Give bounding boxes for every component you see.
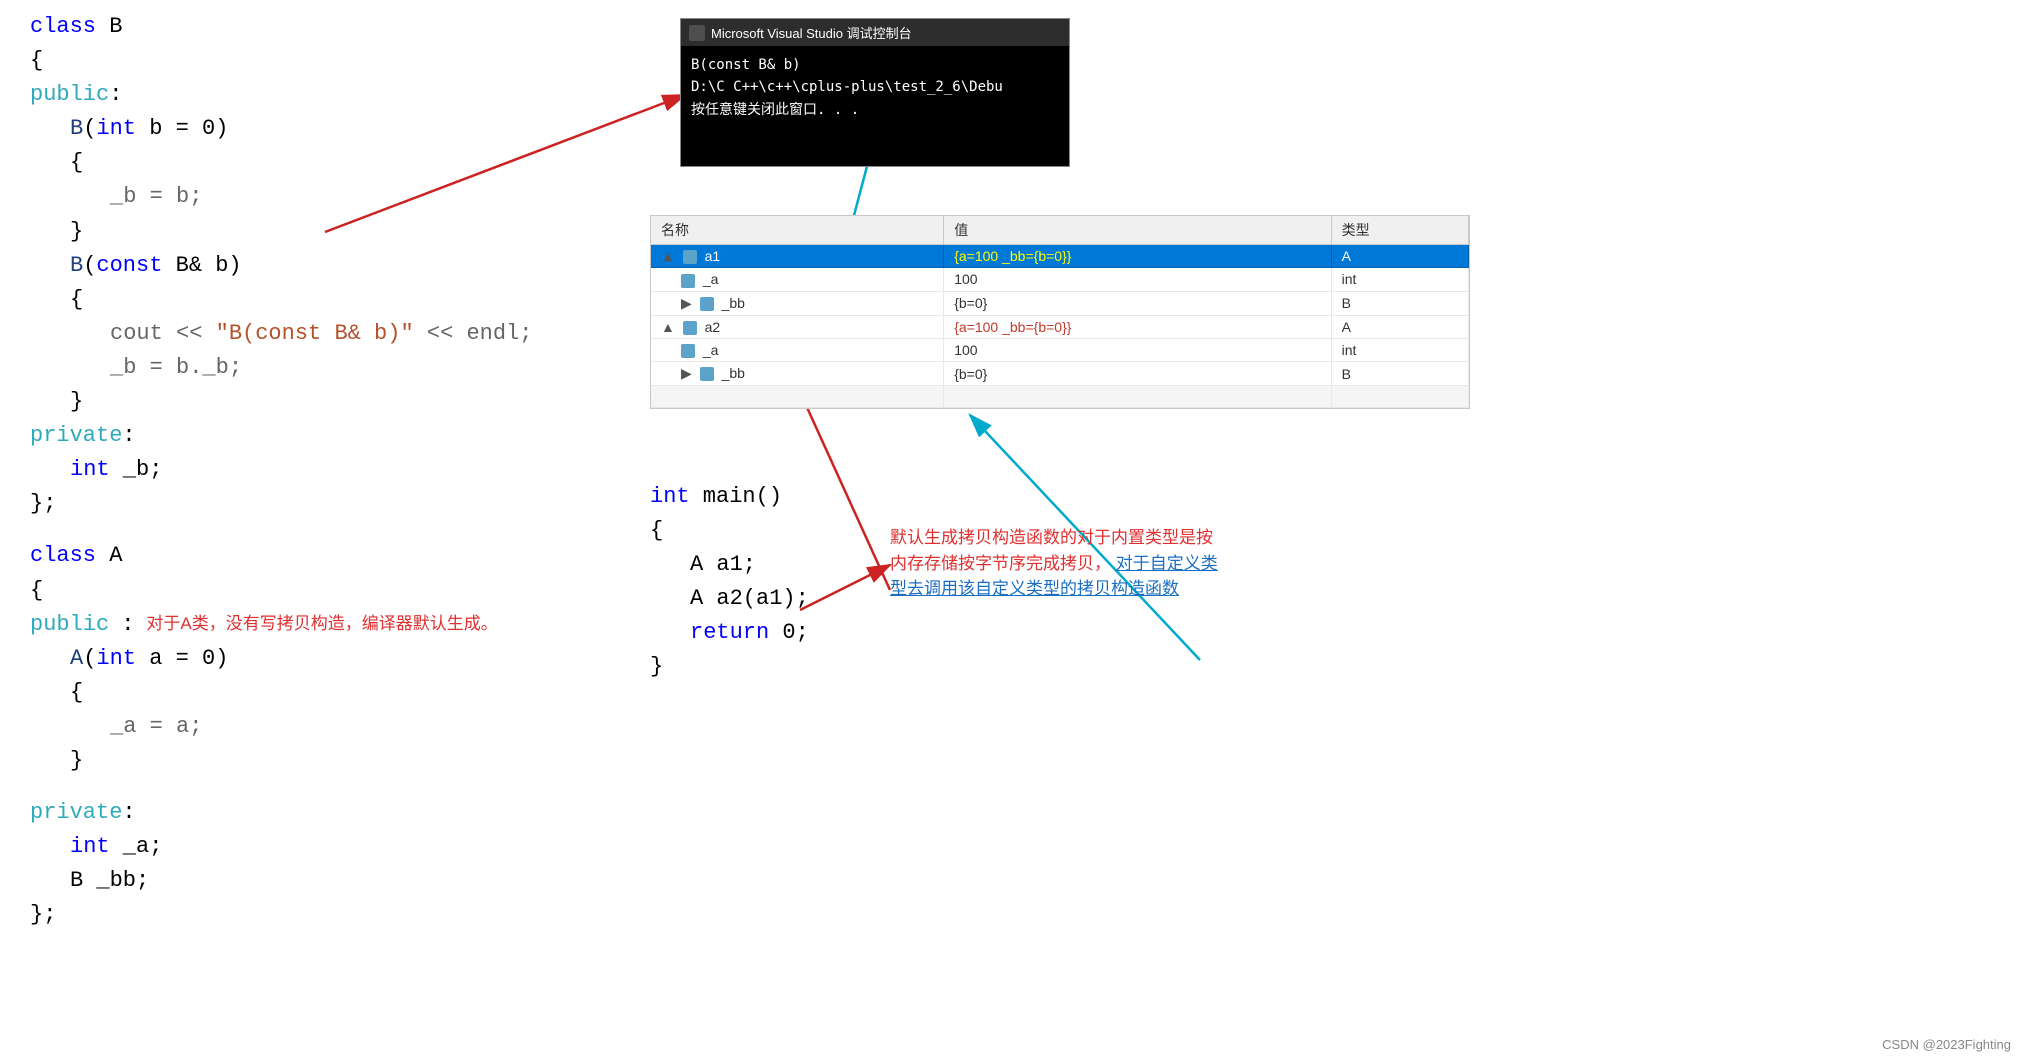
code-line-b-copy-assign: _b = b._b; bbox=[110, 351, 650, 385]
code-line-brace6: }; bbox=[30, 487, 650, 521]
debug-table: 名称 值 类型 ▲ a1 {a=100 _bb={b=0}} A _a bbox=[651, 216, 1469, 408]
code-line-public1: public: bbox=[30, 78, 650, 112]
debug-row-a1-bb[interactable]: ▶ _bb {b=0} B bbox=[651, 291, 1469, 315]
debug-value-a1: {a=100 _bb={b=0}} bbox=[944, 245, 1331, 268]
expand-icon: ▲ bbox=[661, 248, 675, 264]
debug-value-a1-bb: {b=0} bbox=[944, 291, 1331, 315]
code-line-brace4: { bbox=[70, 283, 650, 317]
code-line-brace9: } bbox=[70, 744, 650, 778]
code-line-class-a: class A bbox=[30, 539, 650, 573]
console-line3: 按任意键关闭此窗口. . . bbox=[691, 99, 1059, 121]
debug-name-a1: ▲ a1 bbox=[651, 245, 944, 268]
main-line-a1: A a1; bbox=[690, 548, 809, 582]
row-icon bbox=[681, 274, 695, 288]
debug-type-a2: A bbox=[1331, 315, 1468, 338]
code-line-cout: cout << "B(const B& b)" << endl; bbox=[110, 317, 650, 351]
code-line-brace5: } bbox=[70, 385, 650, 419]
code-line-brace10: }; bbox=[30, 898, 650, 932]
expand-icon: ▶ bbox=[681, 295, 692, 312]
debug-type-a2-bb: B bbox=[1331, 362, 1468, 386]
debug-watch-table: 名称 值 类型 ▲ a1 {a=100 _bb={b=0}} A _a bbox=[650, 215, 1470, 409]
main-code-panel: int main() { A a1; A a2(a1); return 0; } bbox=[650, 480, 809, 685]
debug-name-a1-a: _a bbox=[651, 268, 944, 291]
left-code-panel: class B { public: B(int b = 0) { _b = b;… bbox=[30, 10, 650, 932]
expand-icon: ▲ bbox=[661, 319, 675, 335]
console-titlebar: Microsoft Visual Studio 调试控制台 bbox=[681, 19, 1069, 46]
debug-value-a2-a: 100 bbox=[944, 338, 1331, 361]
debug-table-header: 名称 值 类型 bbox=[651, 216, 1469, 245]
code-line-b-assign: _b = b; bbox=[110, 180, 650, 214]
row-icon bbox=[700, 297, 714, 311]
debug-row-a2-a[interactable]: _a 100 int bbox=[651, 338, 1469, 361]
annotation-line2: 内存存储按字节序完成拷贝， 对于自定义类 bbox=[890, 551, 1218, 577]
debug-row-a1-a[interactable]: _a 100 int bbox=[651, 268, 1469, 291]
code-line-int-b: int _b; bbox=[70, 453, 650, 487]
debug-type-a1: A bbox=[1331, 245, 1468, 268]
col-name: 名称 bbox=[651, 216, 944, 245]
expand-icon: ▶ bbox=[681, 365, 692, 382]
main-line-return: return 0; bbox=[690, 616, 809, 650]
console-title: Microsoft Visual Studio 调试控制台 bbox=[711, 23, 912, 42]
annotation-line1: 默认生成拷贝构造函数的对于内置类型是按 bbox=[890, 525, 1218, 551]
debug-name-a2-bb: ▶ _bb bbox=[651, 362, 944, 386]
code-line-brace8: { bbox=[70, 676, 650, 710]
annotation-main-explanation: 默认生成拷贝构造函数的对于内置类型是按 内存存储按字节序完成拷贝， 对于自定义类… bbox=[890, 525, 1218, 602]
console-body: B(const B& b) D:\C C++\c++\cplus-plus\te… bbox=[681, 46, 1069, 166]
debug-name-a1-bb: ▶ _bb bbox=[651, 291, 944, 315]
row-icon bbox=[700, 367, 714, 381]
console-window: Microsoft Visual Studio 调试控制台 B(const B&… bbox=[680, 18, 1070, 167]
code-line-brace3: } bbox=[70, 215, 650, 249]
arrow-main-to-annotation bbox=[800, 565, 890, 610]
code-line-constructor-a-default: A(int a = 0) bbox=[70, 642, 650, 676]
debug-type-a2-a: int bbox=[1331, 338, 1468, 361]
debug-type-a1-bb: B bbox=[1331, 291, 1468, 315]
code-line-private1: private: bbox=[30, 419, 650, 453]
code-line-private2: private: bbox=[30, 796, 650, 830]
debug-name-a2: ▲ a2 bbox=[651, 315, 944, 338]
code-line-brace7: { bbox=[30, 574, 650, 608]
footer-text: CSDN @2023Fighting bbox=[1882, 1037, 2011, 1052]
console-line2: D:\C C++\c++\cplus-plus\test_2_6\Debu bbox=[691, 76, 1059, 98]
debug-row-a2-bb[interactable]: ▶ _bb {b=0} B bbox=[651, 362, 1469, 386]
code-line-brace2: { bbox=[70, 146, 650, 180]
code-line-class-b: class B bbox=[30, 10, 650, 44]
debug-value-a2-bb: {b=0} bbox=[944, 362, 1331, 386]
main-line-brace2: } bbox=[650, 650, 809, 684]
code-line-int-a: int _a; bbox=[70, 830, 650, 864]
row-icon bbox=[681, 344, 695, 358]
code-line-copy-constructor-b: B(const B& b) bbox=[70, 249, 650, 283]
debug-type-a1-a: int bbox=[1331, 268, 1468, 291]
console-icon bbox=[689, 25, 705, 41]
debug-value-a1-a: 100 bbox=[944, 268, 1331, 291]
annotation-line3: 型去调用该自定义类型的拷贝构造函数 bbox=[890, 576, 1218, 602]
debug-empty-row bbox=[651, 386, 1469, 408]
annotation-class-a: 对于A类，没有写拷贝构造，编译器默认生成。 bbox=[146, 611, 497, 637]
debug-row-a1[interactable]: ▲ a1 {a=100 _bb={b=0}} A bbox=[651, 245, 1469, 268]
debug-value-a2: {a=100 _bb={b=0}} bbox=[944, 315, 1331, 338]
code-line-b-bb: B _bb; bbox=[70, 864, 650, 898]
row-icon bbox=[683, 250, 697, 264]
row-icon bbox=[683, 321, 697, 335]
debug-name-a2-a: _a bbox=[651, 338, 944, 361]
main-line-brace1: { bbox=[650, 514, 809, 548]
footer: CSDN @2023Fighting bbox=[1882, 1037, 2011, 1052]
console-line1: B(const B& b) bbox=[691, 54, 1059, 76]
col-type: 类型 bbox=[1331, 216, 1468, 245]
main-line-func: int main() bbox=[650, 480, 809, 514]
code-line-public2: public: 对于A类，没有写拷贝构造，编译器默认生成。 bbox=[30, 608, 650, 642]
code-line-a-assign: _a = a; bbox=[110, 710, 650, 744]
debug-row-a2[interactable]: ▲ a2 {a=100 _bb={b=0}} A bbox=[651, 315, 1469, 338]
main-line-a2: A a2(a1); bbox=[690, 582, 809, 616]
code-line-constructor-b-default: B(int b = 0) bbox=[70, 112, 650, 146]
col-value: 值 bbox=[944, 216, 1331, 245]
code-line-brace1: { bbox=[30, 44, 650, 78]
